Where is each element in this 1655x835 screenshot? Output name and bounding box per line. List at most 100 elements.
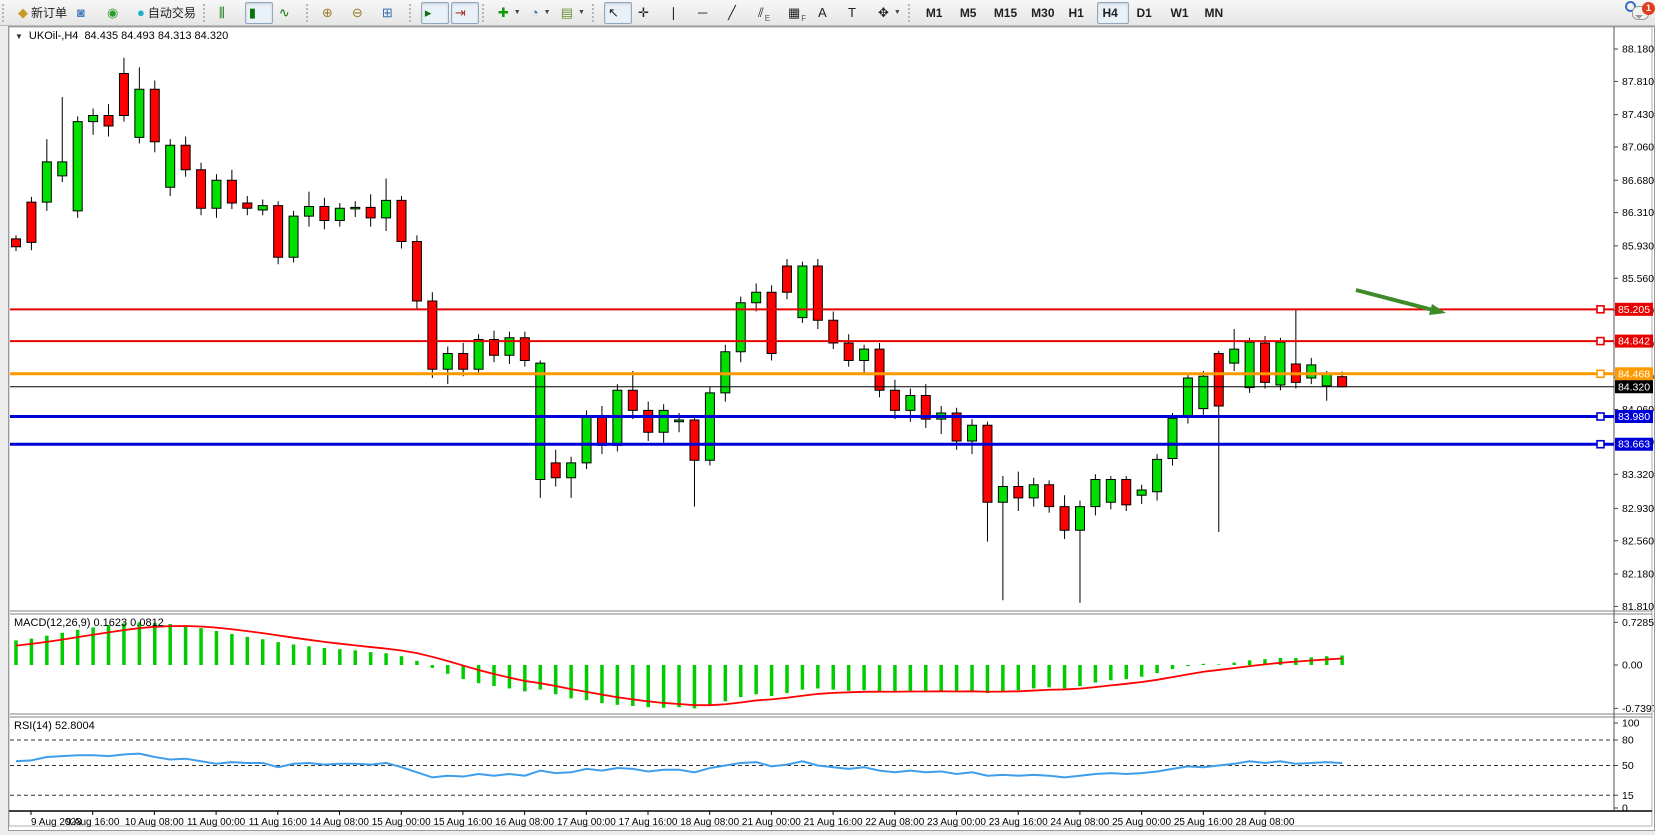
trading-terminal-window: { "toolbar":{ "groups":[ {"items":[ {"na… (0, 0, 1655, 835)
candle-body (767, 292, 776, 353)
candle-body (813, 266, 822, 320)
fibonacci-icon: ▦ (788, 6, 800, 19)
timeframe-mn[interactable]: MN (1199, 2, 1231, 24)
time-tick-label: 24 Aug 08:00 (1050, 817, 1109, 828)
time-tick-label: 17 Aug 16:00 (619, 817, 678, 828)
rsi-tick-label: 0 (1622, 803, 1628, 815)
channel-button[interactable]: ⫽E (754, 2, 782, 24)
candle-body (968, 425, 977, 441)
notification-badge: 1 (1642, 2, 1655, 15)
autotrading-button[interactable]: ●自动交易 (133, 2, 200, 24)
periods-button[interactable]: ◔▼ (527, 2, 555, 24)
label-button[interactable]: T (844, 2, 872, 24)
candlestick-chart-button[interactable]: ▮ (245, 2, 273, 24)
tile-windows-button[interactable]: ⊞ (378, 2, 406, 24)
candle-body (628, 390, 637, 410)
dropdown-arrow-icon[interactable]: ▼ (544, 9, 551, 16)
toolbar-grip (482, 4, 491, 22)
candle-body (42, 162, 51, 202)
rsi-tick-label: 100 (1622, 718, 1640, 730)
zoom-out-icon: ⊖ (352, 6, 363, 19)
tool-sub-letter: F (801, 14, 806, 23)
signals-button[interactable]: ◉ (103, 2, 131, 24)
time-tick-label: 11 Aug 16:00 (249, 817, 308, 828)
candle-body (1183, 378, 1192, 417)
candle-body (567, 463, 576, 478)
dropdown-arrow-icon[interactable]: ▼ (578, 9, 585, 16)
price-label-pivot-orange: 84.468 (1618, 368, 1650, 380)
candle-body (212, 180, 221, 208)
new-order-button[interactable]: ◆新订单 (14, 2, 71, 24)
timeframe-m30[interactable]: M30 (1025, 2, 1060, 24)
timeframe-w1-label: W1 (1171, 6, 1189, 20)
line-chart-button[interactable]: ∿ (275, 2, 303, 24)
shapes-icon: ✥ (878, 6, 889, 19)
timeframe-h4[interactable]: H4 (1097, 2, 1129, 24)
time-tick-label: 21 Aug 00:00 (742, 817, 801, 828)
fibonacci-button[interactable]: ▦F (784, 2, 812, 24)
channel-icon: ⫽ (758, 6, 764, 19)
chart-symbol-label: UKOil-,H4 (29, 30, 79, 42)
bar-chart-button[interactable]: ⫼ (215, 2, 243, 24)
time-tick-label: 18 Aug 08:00 (680, 817, 739, 828)
horizontal-line-button[interactable]: ─ (694, 2, 722, 24)
auto-scroll-button[interactable]: ▸ (421, 2, 449, 24)
candle-body (890, 390, 899, 410)
price-tick-label: 87.430 (1622, 109, 1654, 121)
timeframe-m1[interactable]: M1 (920, 2, 952, 24)
macd-tick-label: -0.7397 (1622, 703, 1654, 715)
candle-body (443, 354, 452, 370)
price-chart-canvas[interactable]: 88.18087.81087.43087.06086.68086.31085.9… (9, 27, 1654, 828)
crosshair-button[interactable]: ✛ (634, 2, 662, 24)
price-label-resistance-1: 85.205 (1618, 304, 1650, 316)
dropdown-arrow-icon[interactable]: ▼ (894, 9, 901, 16)
level-line-anchor[interactable] (1597, 413, 1604, 420)
candle-body (844, 343, 853, 361)
timeframe-m5[interactable]: M5 (954, 2, 986, 24)
candle-body (351, 207, 360, 209)
timeframe-m15[interactable]: M15 (988, 2, 1023, 24)
timeframe-d1[interactable]: D1 (1131, 2, 1163, 24)
text-button[interactable]: A (814, 2, 842, 24)
timeframe-h1[interactable]: H1 (1063, 2, 1095, 24)
level-line-anchor[interactable] (1597, 441, 1604, 448)
vertical-line-button[interactable]: ❘ (664, 2, 692, 24)
shapes-button[interactable]: ✥▼ (874, 2, 905, 24)
chart-quote-bar[interactable]: ▼ UKOil-,H4 84.435 84.493 84.313 84.320 (15, 30, 228, 42)
toolbar-grip (592, 4, 601, 22)
price-tick-label: 87.810 (1622, 76, 1654, 88)
indicators-icon: ✚ (498, 6, 509, 19)
time-tick-label: 23 Aug 16:00 (989, 817, 1048, 828)
cursor-button[interactable]: ↖ (604, 2, 632, 24)
candle-body (752, 292, 761, 303)
macd-indicator-label: MACD(12,26,9) 0.1623 0.0812 (14, 617, 164, 629)
time-tick-label: 21 Aug 16:00 (804, 817, 863, 828)
trendline-button[interactable]: ╱ (724, 2, 752, 24)
level-line-anchor[interactable] (1597, 306, 1604, 313)
candle-body (1214, 354, 1223, 407)
indicators-button[interactable]: ✚▼ (494, 2, 525, 24)
price-label-support-2: 83.663 (1618, 439, 1650, 451)
candle-body (104, 116, 113, 127)
zoom-in-button[interactable]: ⊕ (318, 2, 346, 24)
level-line-anchor[interactable] (1597, 370, 1604, 377)
candle-body (428, 301, 437, 369)
macd-tick-label: 0.00 (1622, 660, 1643, 672)
templates-button[interactable]: ▤▼ (557, 2, 589, 24)
chart-shift-button[interactable]: ⇥ (451, 2, 479, 24)
time-tick-label: 14 Aug 08:00 (310, 817, 369, 828)
price-label-support-1: 83.980 (1618, 411, 1650, 423)
profile-button[interactable]: ◙ (73, 2, 101, 24)
level-line-anchor[interactable] (1597, 338, 1604, 345)
tool-sub-letter: E (765, 14, 770, 23)
new-order-button-label: 新订单 (31, 4, 67, 21)
dropdown-arrow-icon[interactable]: ▼ (514, 9, 521, 16)
notifications-icon[interactable]: 1 (1632, 6, 1649, 20)
time-tick-label: 23 Aug 00:00 (927, 817, 986, 828)
zoom-out-button[interactable]: ⊖ (348, 2, 376, 24)
price-tick-label: 81.810 (1622, 601, 1654, 613)
arrow-object-shaft[interactable] (1356, 290, 1433, 310)
timeframe-w1[interactable]: W1 (1165, 2, 1197, 24)
chevron-down-icon[interactable]: ▼ (15, 32, 23, 41)
time-tick-label: 9 Aug 16:00 (66, 817, 120, 828)
